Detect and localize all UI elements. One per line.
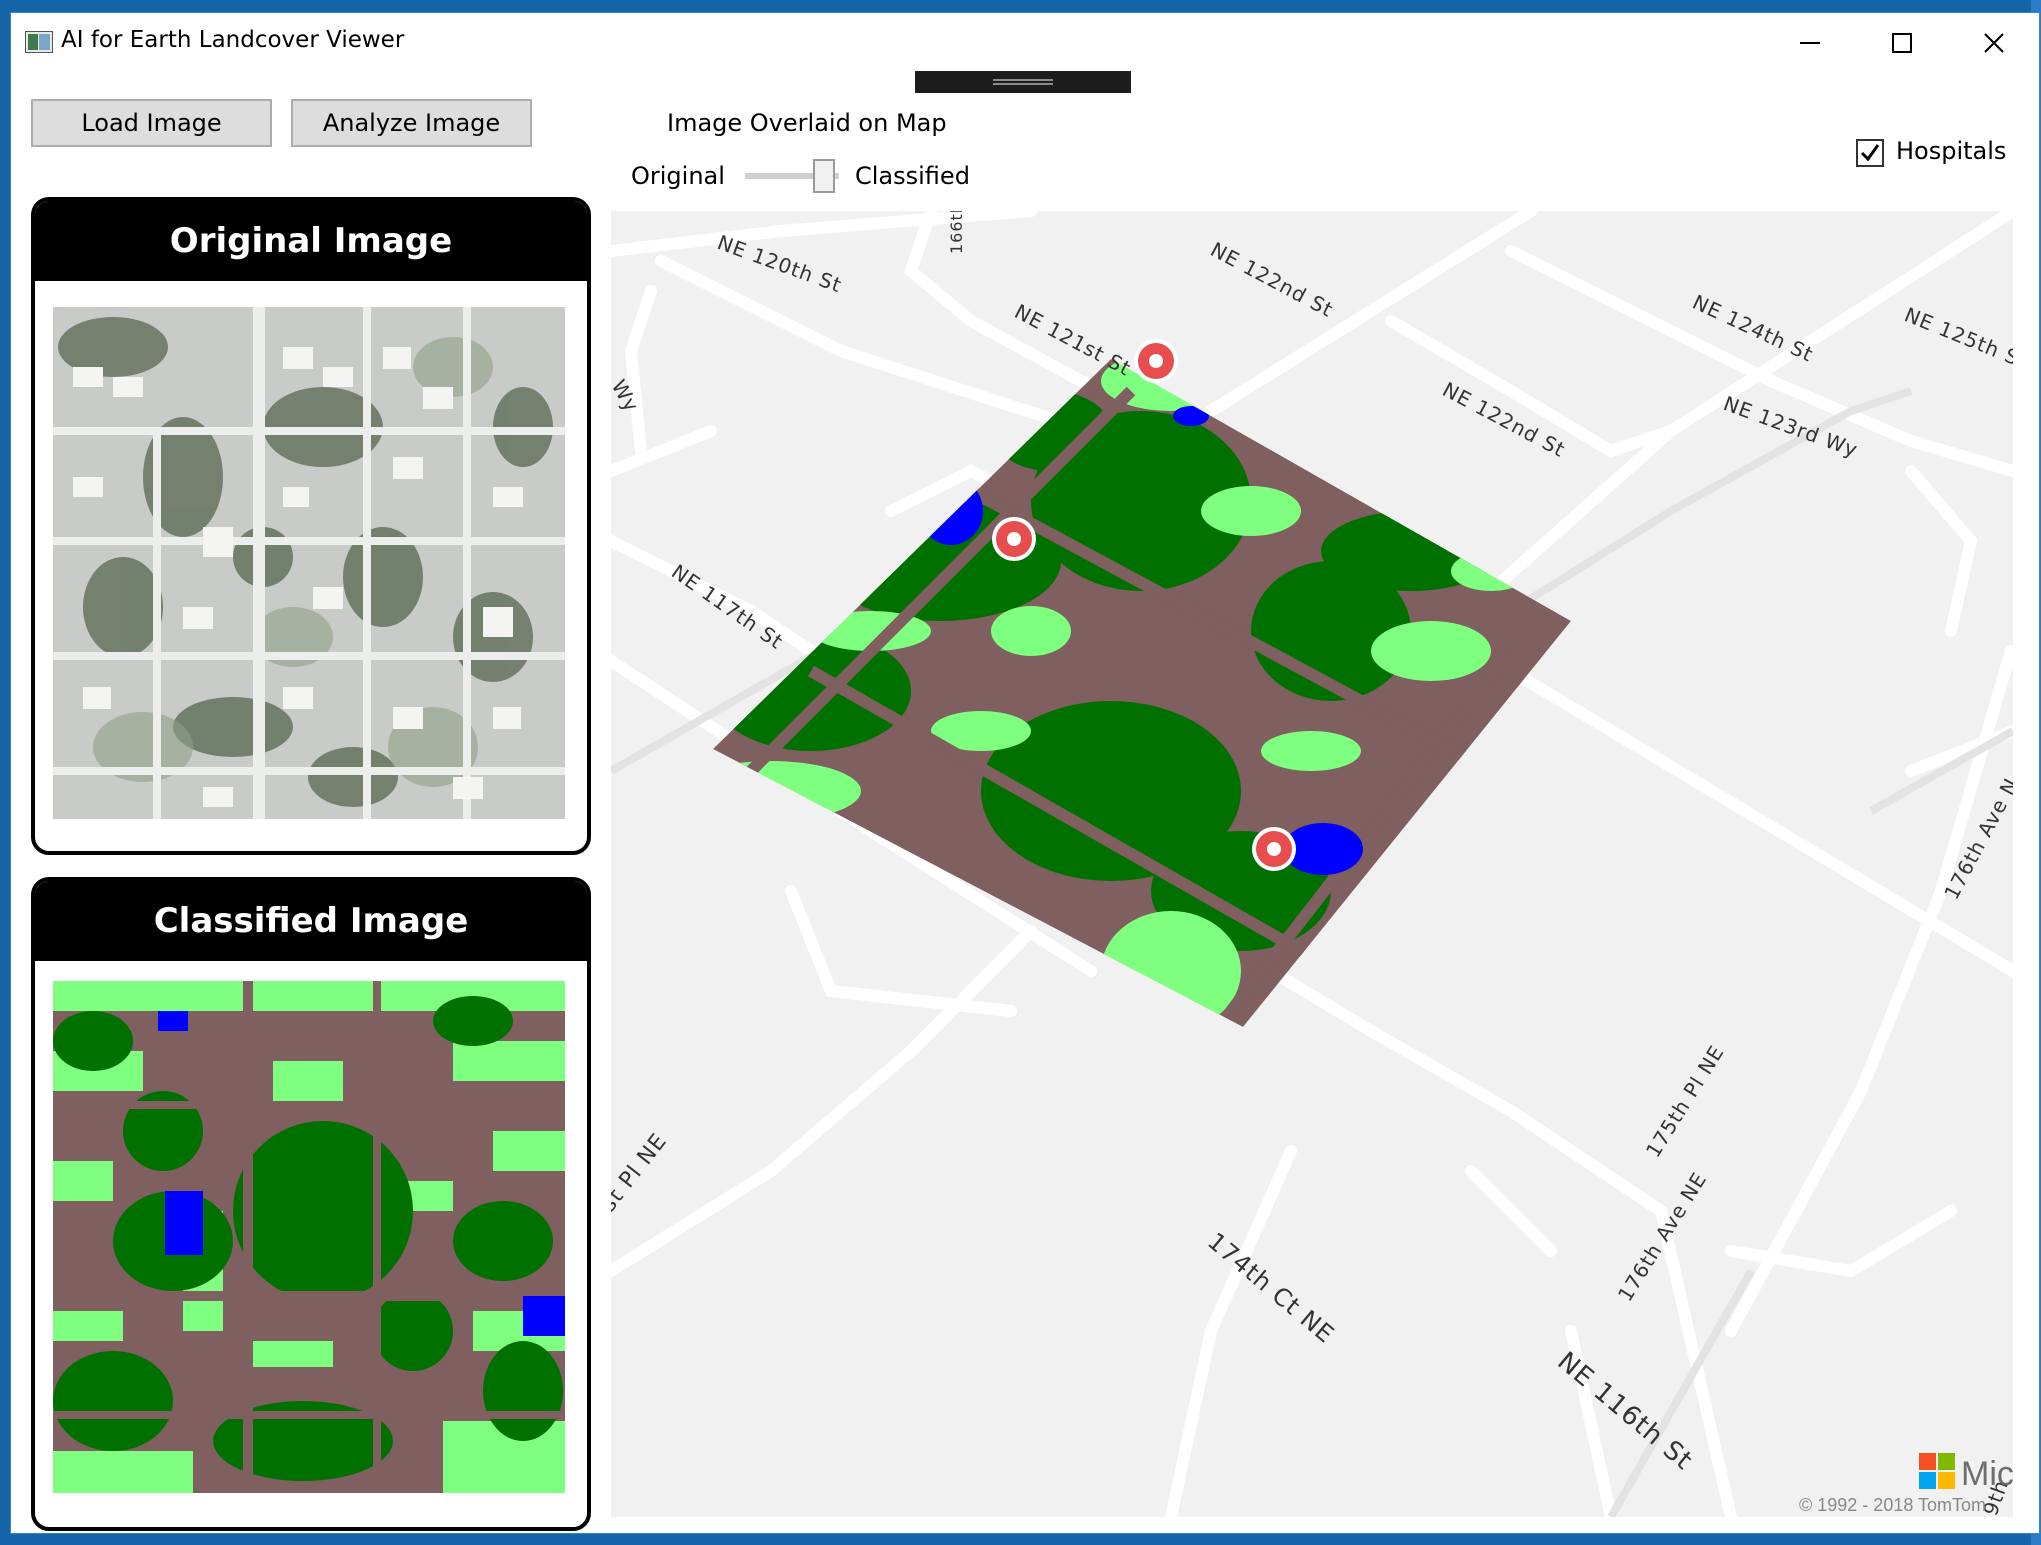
- overlay-original-label: Original: [631, 162, 725, 190]
- map-canvas: NE 120th St NE 121st St NE 122nd St NE 1…: [611, 211, 2013, 1517]
- map-copyright: © 1992 - 2018 TomTom: [1799, 1495, 1986, 1515]
- overlay-classified-label: Classified: [855, 162, 970, 190]
- original-image-title: Original Image: [35, 201, 587, 281]
- splitter-handle[interactable]: [915, 71, 1131, 93]
- checkmark-icon: [1860, 144, 1880, 162]
- microsoft-logo-text: Microsoft: [1961, 1455, 2013, 1493]
- title-bar[interactable]: AI for Earth Landcover Viewer: [11, 13, 2039, 73]
- app-icon: [25, 31, 53, 53]
- map-view[interactable]: NE 120th St NE 121st St NE 122nd St NE 1…: [611, 211, 2013, 1517]
- maximize-button[interactable]: [1856, 13, 1948, 73]
- window-title: AI for Earth Landcover Viewer: [61, 27, 405, 53]
- minimize-icon: [1800, 42, 1820, 44]
- hospitals-checkbox[interactable]: [1856, 139, 1884, 167]
- app-window: AI for Earth Landcover Viewer Load Image…: [10, 12, 2040, 1534]
- street-label: 166th: [947, 211, 966, 254]
- classified-image-panel: Classified Image: [31, 877, 591, 1531]
- analyze-image-button[interactable]: Analyze Image: [291, 99, 532, 147]
- overlay-slider-thumb[interactable]: [813, 159, 835, 193]
- load-image-button[interactable]: Load Image: [31, 99, 272, 147]
- classified-landcover-image: [53, 981, 565, 1493]
- hospitals-label: Hospitals: [1896, 137, 2007, 165]
- close-button[interactable]: [1948, 13, 2040, 73]
- original-aerial-image: [53, 307, 565, 819]
- original-image-panel: Original Image: [31, 197, 591, 855]
- close-icon: [1984, 33, 2004, 53]
- overlay-title: Image Overlaid on Map: [667, 109, 947, 137]
- maximize-icon: [1892, 33, 1912, 53]
- minimize-button[interactable]: [1764, 13, 1856, 73]
- classified-image-title: Classified Image: [35, 881, 587, 961]
